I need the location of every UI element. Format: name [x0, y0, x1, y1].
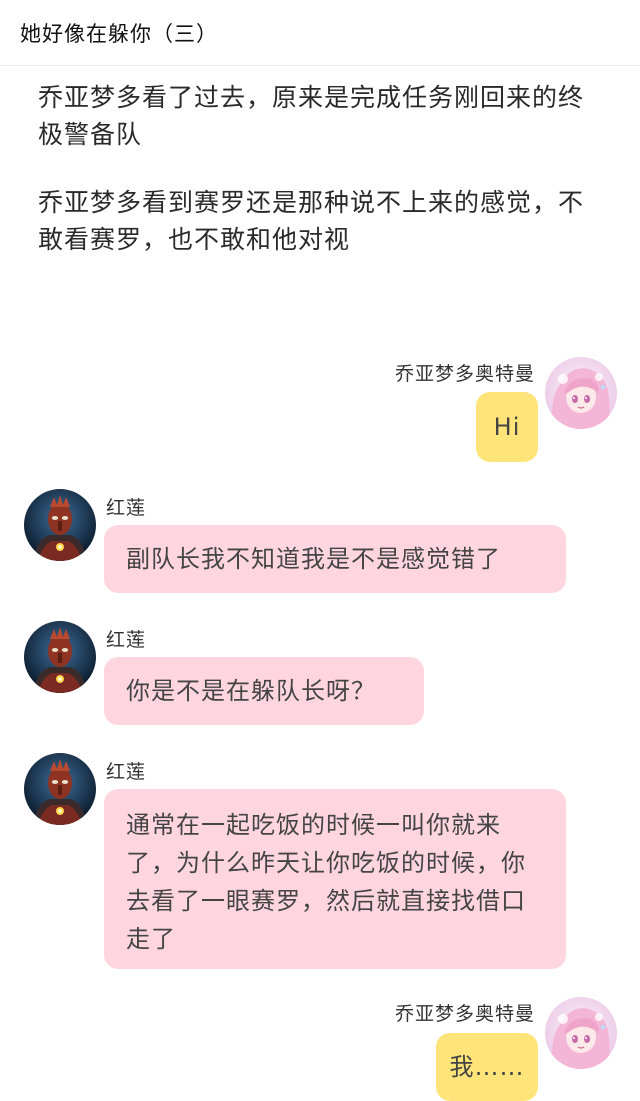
anime-girl-avatar-icon[interactable]	[545, 357, 617, 429]
message-bubble: 我……	[436, 1033, 538, 1101]
message-bubble: 通常在一起吃饭的时候一叫你就来了，为什么昨天让你吃饭的时候，你去看了一眼赛罗，然…	[104, 789, 566, 969]
sender-name: 红莲	[106, 761, 147, 783]
narration-paragraph: 乔亚梦多看到赛罗还是那种说不上来的感觉，不敢看赛罗，也不敢和他对视	[38, 188, 585, 254]
message-bubble: Hi	[476, 392, 538, 462]
message-bubble: 副队长我不知道我是不是感觉错了	[104, 525, 566, 593]
sender-name: 红莲	[106, 497, 147, 519]
armored-hero-avatar-icon[interactable]	[24, 753, 96, 825]
armored-hero-avatar-icon[interactable]	[24, 489, 96, 561]
sender-name: 乔亚梦多奥特曼	[394, 1003, 535, 1025]
armored-hero-avatar-icon[interactable]	[24, 621, 96, 693]
narration-paragraph: 乔亚梦多看了过去，原来是完成任务刚回来的终极警备队	[38, 83, 585, 149]
sender-name: 红莲	[106, 629, 147, 651]
sender-name: 乔亚梦多奥特曼	[394, 363, 535, 385]
chapter-header: 她好像在躲你（三）	[0, 0, 640, 66]
anime-girl-avatar-icon[interactable]	[545, 997, 617, 1069]
chapter-title: 她好像在躲你（三）	[20, 21, 218, 46]
message-bubble: 你是不是在躲队长呀？	[104, 657, 424, 725]
